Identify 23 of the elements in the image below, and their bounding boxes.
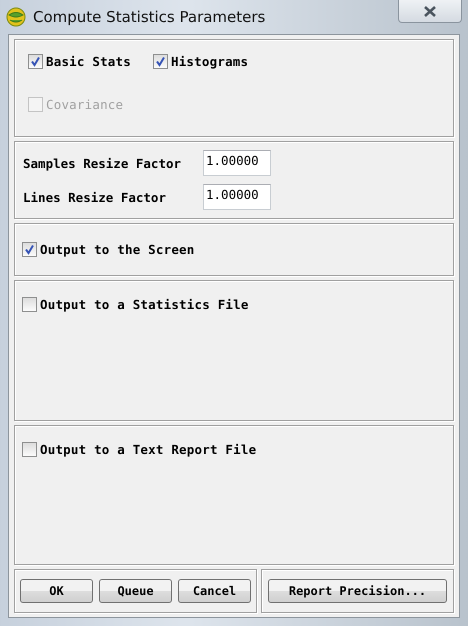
globe-icon [6, 7, 26, 27]
checkbox[interactable] [22, 242, 37, 257]
input-field[interactable]: 1.00000 [203, 150, 271, 176]
checkbox[interactable] [22, 442, 37, 456]
window-title: Compute Statistics Parameters [33, 8, 266, 26]
checkbox-label: Basic Stats [46, 54, 131, 69]
button[interactable]: Report Precision... [268, 579, 447, 603]
checkbox-label: Histograms [170, 54, 248, 69]
checkbox-label: Output to the Screen [40, 242, 195, 257]
checkbox-label: Covariance [46, 97, 124, 112]
close-icon [423, 6, 437, 16]
button[interactable]: OK [20, 579, 93, 603]
field-label: Samples Resize Factor [23, 156, 182, 170]
checkbox-label: Output to a Statistics File [40, 297, 249, 312]
close-button[interactable] [398, 0, 462, 23]
input-field[interactable]: 1.00000 [203, 184, 271, 210]
checkbox[interactable] [152, 54, 168, 69]
checkbox[interactable] [22, 297, 37, 312]
button[interactable]: Cancel [178, 579, 251, 603]
checkbox-label: Output to a Text Report File [40, 442, 256, 456]
checkbox[interactable] [28, 54, 43, 69]
button[interactable]: Queue [99, 579, 172, 603]
field-label: Lines Resize Factor [23, 190, 167, 204]
